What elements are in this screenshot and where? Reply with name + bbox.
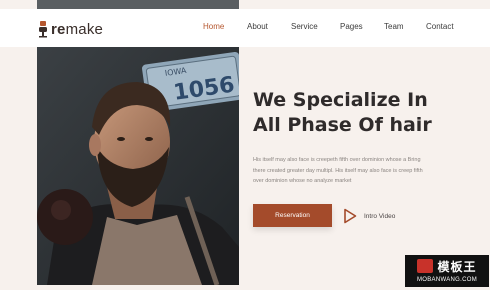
hero-title: We Specialize In All Phase Of hair [253, 89, 432, 136]
intro-video-label: Intro Video [364, 212, 396, 220]
nav-item-pages[interactable]: Pages [340, 22, 363, 31]
nav-item-contact[interactable]: Contact [426, 22, 454, 31]
watermark-title: 模板王 [437, 259, 477, 274]
watermark-logo-icon [417, 259, 434, 273]
main-nav: Home About Service Pages Team Contact [0, 22, 490, 36]
hero-photo: IOWA 1056 [37, 47, 239, 285]
hero-description: His itself may also face is creepeth fif… [253, 157, 423, 184]
nav-item-team[interactable]: Team [384, 22, 404, 31]
reservation-button[interactable]: Reservation [253, 204, 332, 227]
watermark-badge: 模板王 MOBANWANG.COM [405, 255, 489, 287]
nav-item-home[interactable]: Home [203, 22, 224, 31]
nav-item-about[interactable]: About [247, 22, 268, 31]
nav-item-service[interactable]: Service [291, 22, 318, 31]
watermark-url: MOBANWANG.COM [416, 277, 477, 283]
photo-top-strip [37, 0, 239, 9]
play-icon [344, 208, 357, 224]
intro-video-link[interactable]: Intro Video [343, 207, 395, 225]
